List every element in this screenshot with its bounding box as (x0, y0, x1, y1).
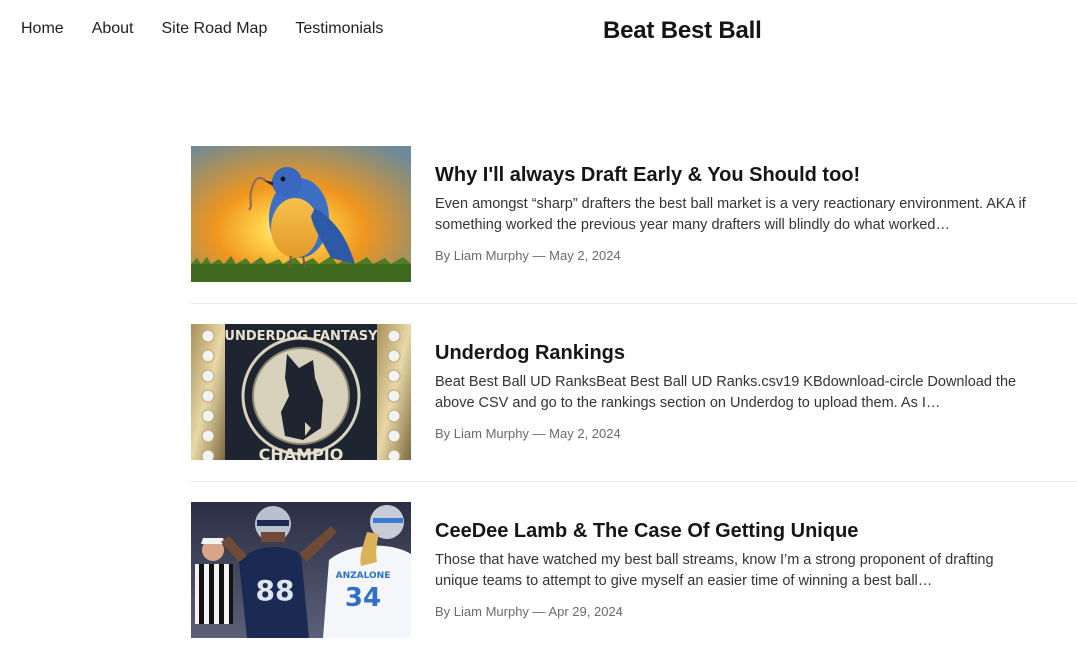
post-thumbnail-underdog[interactable]: UNDERDOG FANTASY CHAMPIO (191, 324, 411, 460)
post-item: Why I'll always Draft Early & You Should… (191, 146, 1077, 282)
post-thumbnail-early-bird[interactable] (191, 146, 411, 282)
post-author: By Liam Murphy (435, 604, 529, 619)
nav-site-road-map-link[interactable]: Site Road Map (162, 20, 268, 38)
underdog-fantasy-ring-image: UNDERDOG FANTASY CHAMPIO (191, 324, 411, 460)
post-excerpt: Those that have watched my best ball str… (435, 552, 994, 589)
meta-separator: — (532, 426, 546, 441)
post-excerpt: Beat Best Ball UD RanksBeat Best Ball UD… (435, 374, 1017, 411)
nav-testimonials-link[interactable]: Testimonials (295, 20, 383, 38)
post-title-link[interactable]: Underdog Rankings (435, 341, 1035, 365)
post-list: Why I'll always Draft Early & You Should… (191, 146, 1077, 638)
post-body: Underdog Rankings Beat Best Ball UD Rank… (435, 324, 1035, 460)
post-date: Apr 29, 2024 (548, 604, 623, 619)
post-meta: By Liam Murphy — May 2, 2024 (435, 426, 1035, 441)
post-item: 88 ANZALONE 34 CeeDee Lamb & The Case Of… (191, 502, 1077, 638)
early-bird-sunset-image (191, 146, 411, 282)
post-thumbnail-ceedee[interactable]: 88 ANZALONE 34 (191, 502, 411, 638)
post-item: UNDERDOG FANTASY CHAMPIO Underdog Rankin… (191, 324, 1077, 460)
post-title-link[interactable]: Why I'll always Draft Early & You Should… (435, 163, 1035, 187)
post-date: May 2, 2024 (549, 426, 621, 441)
football-players-image: 88 ANZALONE 34 (191, 502, 411, 638)
post-meta: By Liam Murphy — May 2, 2024 (435, 248, 1035, 263)
jersey-name-text: ANZALONE (336, 571, 391, 581)
site-title[interactable]: Beat Best Ball (603, 17, 762, 45)
post-author: By Liam Murphy (435, 248, 529, 263)
meta-separator: — (532, 604, 546, 619)
post-title-link[interactable]: CeeDee Lamb & The Case Of Getting Unique (435, 519, 1035, 543)
post-body: Why I'll always Draft Early & You Should… (435, 146, 1035, 282)
post-body: CeeDee Lamb & The Case Of Getting Unique… (435, 502, 1035, 638)
post-author: By Liam Murphy (435, 426, 529, 441)
post-divider (191, 303, 1077, 304)
jersey-number-text: 34 (345, 583, 381, 613)
nav-home-link[interactable]: Home (21, 20, 64, 38)
nav-about-link[interactable]: About (92, 20, 134, 38)
jersey-number-text: 88 (256, 574, 295, 607)
ring-top-text: UNDERDOG FANTASY (224, 329, 378, 344)
post-excerpt: Even amongst “sharp” drafters the best b… (435, 196, 1026, 233)
main-nav: Home About Site Road Map Testimonials (21, 20, 383, 38)
post-date: May 2, 2024 (549, 248, 621, 263)
post-divider (191, 481, 1077, 482)
ring-bottom-text: CHAMPIO (259, 445, 344, 460)
post-meta: By Liam Murphy — Apr 29, 2024 (435, 604, 1035, 619)
meta-separator: — (532, 248, 546, 263)
